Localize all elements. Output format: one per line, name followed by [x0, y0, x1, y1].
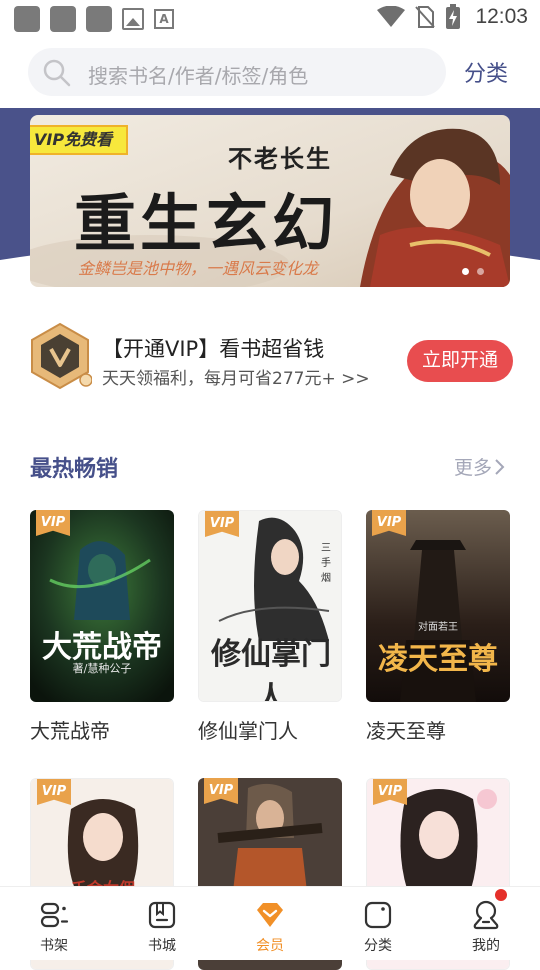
banner-slogan: 金鳞岂是池中物，一遇风云变化龙: [78, 259, 319, 278]
section-title: 最热畅销: [30, 457, 119, 482]
notification-badge: [495, 889, 507, 901]
cover-author: 三手烟: [321, 543, 331, 584]
category-link[interactable]: 分类: [464, 56, 508, 88]
bookstore-icon: [148, 901, 176, 929]
nav-bookstore[interactable]: 书城: [108, 887, 216, 960]
nav-member[interactable]: 会员: [216, 887, 324, 960]
search-icon: [43, 59, 71, 87]
book-cover[interactable]: VIP 大荒战帝 著/慧种公子: [30, 510, 174, 702]
activate-vip-button[interactable]: 立即开通: [407, 340, 513, 382]
book-cover[interactable]: VIP 修仙掌门人 三手烟: [198, 510, 342, 702]
book-title[interactable]: 修仙掌门人: [198, 715, 342, 744]
cover-title: 凌天至尊: [378, 642, 498, 677]
carousel-dot[interactable]: [477, 268, 484, 275]
chevron-right-icon: [495, 458, 505, 475]
nav-category[interactable]: 分类: [324, 887, 432, 960]
bottom-navigation: 书架 书城 会员 分类 我的: [0, 886, 540, 960]
clock: 12:03: [475, 5, 528, 28]
battery-charging-icon: [446, 4, 461, 29]
nav-label: 分类: [364, 938, 392, 954]
no-sim-icon: [415, 6, 436, 28]
status-bar: A 12:03: [0, 0, 540, 36]
vip-free-tag: VIP免费看: [30, 125, 129, 155]
notification-icon: [50, 6, 76, 32]
nav-label: 我的: [472, 938, 500, 954]
cover-author: 对面若王: [418, 622, 458, 633]
book-card[interactable]: VIP 大荒战帝 著/慧种公子 大荒战帝: [30, 510, 174, 744]
notification-icon: [86, 6, 112, 32]
carousel-dot[interactable]: [462, 268, 469, 275]
font-notification-icon: A: [154, 9, 174, 29]
nav-profile[interactable]: 我的: [432, 887, 540, 960]
wifi-icon: [377, 6, 406, 27]
carousel-indicator: [462, 268, 484, 275]
book-card[interactable]: VIP 修仙掌门人 三手烟 修仙掌门人: [198, 510, 342, 744]
cover-author: 著/慧种公子: [72, 662, 132, 675]
nav-label: 书架: [40, 938, 68, 954]
category-icon: [364, 901, 392, 929]
cover-title: 修仙掌门人: [211, 637, 331, 702]
member-diamond-icon: [257, 903, 283, 927]
search-input[interactable]: 搜索书名/作者/标签/角色: [28, 48, 446, 96]
more-label: 更多: [454, 457, 493, 479]
nav-label: 书城: [148, 938, 176, 954]
image-notification-icon: [122, 8, 144, 30]
notification-icon: [14, 6, 40, 32]
book-cover[interactable]: VIP 对面若王 凌天至尊: [366, 510, 510, 702]
vip-promo-title: 【开通VIP】看书超省钱: [102, 337, 325, 361]
promo-banner[interactable]: VIP免费看 不老长生 重生玄幻 金鳞岂是池中物，一遇风云变化龙: [30, 115, 510, 287]
bookshelf-icon: [40, 902, 69, 928]
banner-subtitle: 不老长生: [228, 144, 332, 173]
book-title[interactable]: 凌天至尊: [366, 715, 510, 744]
vip-promo-description[interactable]: 天天领福利，每月可省277元+ >>: [102, 364, 370, 389]
nav-label: 会员: [256, 938, 284, 954]
vip-badge-icon: [31, 322, 92, 390]
banner-title: 重生玄幻: [74, 187, 339, 260]
profile-icon: [473, 900, 499, 930]
nav-bookshelf[interactable]: 书架: [0, 887, 108, 960]
book-card[interactable]: VIP 对面若王 凌天至尊 凌天至尊: [366, 510, 510, 744]
more-link[interactable]: 更多: [454, 453, 506, 480]
search-placeholder: 搜索书名/作者/标签/角色: [88, 64, 309, 88]
book-title[interactable]: 大荒战帝: [30, 715, 174, 744]
